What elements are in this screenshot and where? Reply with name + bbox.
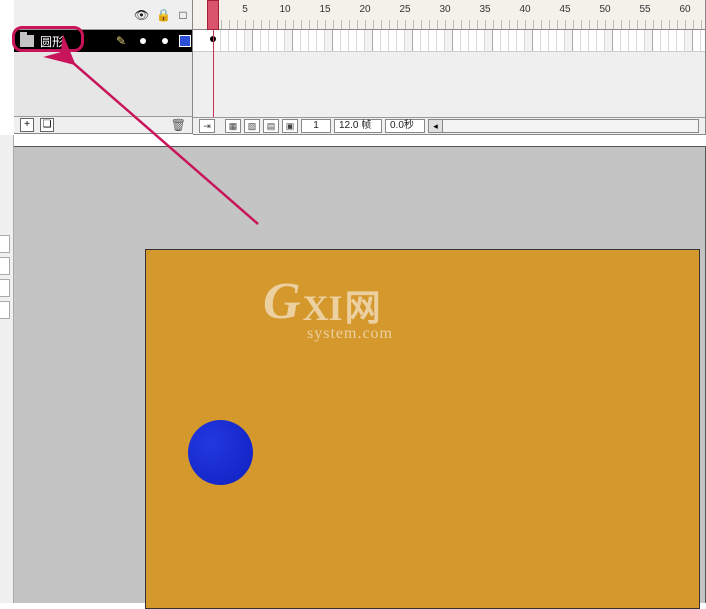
edit-multiple-button[interactable]: ▤ [263, 119, 279, 133]
pencil-icon: ✎ [116, 34, 126, 48]
tool-stub-1[interactable] [0, 235, 10, 253]
ruler-tick-label: 40 [519, 4, 530, 15]
center-frame-button[interactable]: ⇥ [199, 119, 215, 133]
layer-footer: + ❏ 🗑 [14, 116, 193, 134]
frame-strip[interactable] [193, 30, 705, 52]
onion-skin-outline-button[interactable]: ▧ [244, 119, 260, 133]
onion-skin-button[interactable]: ▦ [225, 119, 241, 133]
new-folder-button[interactable]: ❏ [40, 118, 54, 132]
playhead[interactable] [207, 0, 219, 30]
modify-markers-button[interactable]: ▣ [282, 119, 298, 133]
watermark-g: G [263, 272, 301, 331]
timeline-ruler[interactable]: 151015202530354045505560 [193, 0, 705, 30]
stage-area[interactable]: GXI网 system.com [14, 146, 706, 603]
canvas[interactable]: GXI网 system.com [145, 249, 700, 609]
watermark-sub: system.com [307, 325, 393, 343]
left-toolbar [0, 135, 14, 603]
current-frame-field[interactable]: 1 [301, 119, 331, 133]
watermark-cn: 网 [345, 287, 381, 328]
ruler-tick-label: 45 [559, 4, 570, 15]
scroll-left-arrow[interactable]: ◂ [429, 120, 443, 132]
ruler-tick-label: 5 [242, 4, 248, 15]
watermark-xi: XI [303, 288, 343, 328]
layer-row[interactable]: 圆形 ✎ [14, 30, 192, 52]
lock-icon[interactable]: 🔒 [156, 8, 170, 22]
playhead-line [213, 30, 214, 117]
layer-column-header: 👁 🔒 □ [14, 0, 192, 30]
timeline-panel: 👁 🔒 □ 圆形 ✎ + ❏ 🗑 15101520253035404550556… [14, 0, 706, 135]
elapsed-time-field: 0.0秒 [385, 119, 425, 133]
tool-stub-4[interactable] [0, 301, 10, 319]
ruler-tick-label: 60 [679, 4, 690, 15]
ruler-tick-label: 55 [639, 4, 650, 15]
lock-dot[interactable] [162, 38, 168, 44]
new-layer-button[interactable]: + [20, 118, 34, 132]
layer-column: 👁 🔒 □ 圆形 ✎ + ❏ 🗑 [14, 0, 193, 117]
ruler-tick-label: 15 [319, 4, 330, 15]
timeline-scrollbar[interactable]: ◂ [428, 119, 699, 133]
eye-icon[interactable]: 👁 [134, 8, 148, 22]
visibility-dot[interactable] [140, 38, 146, 44]
tool-stub-3[interactable] [0, 279, 10, 297]
layer-type-icon [20, 35, 34, 47]
ruler-tick-label: 50 [599, 4, 610, 15]
layer-name-label: 圆形 [38, 33, 192, 50]
timeline-status-bar: ⇥ ▦ ▧ ▤ ▣ 1 12.0 帧 0.0秒 ◂ [193, 117, 705, 135]
outline-icon[interactable]: □ [176, 8, 190, 22]
delete-layer-button[interactable]: 🗑 [171, 118, 186, 132]
ruler-tick-label: 20 [359, 4, 370, 15]
watermark: GXI网 system.com [263, 272, 393, 343]
ruler-tick-label: 35 [479, 4, 490, 15]
ruler-tick-label: 30 [439, 4, 450, 15]
blue-circle-shape[interactable] [188, 420, 253, 485]
tool-stub-2[interactable] [0, 257, 10, 275]
fps-field[interactable]: 12.0 帧 [334, 119, 382, 133]
layer-color-swatch[interactable] [179, 35, 191, 47]
frames-area: 151015202530354045505560 ⇥ ▦ ▧ ▤ ▣ 1 12.… [193, 0, 705, 135]
ruler-tick-label: 10 [279, 4, 290, 15]
ruler-tick-label: 25 [399, 4, 410, 15]
